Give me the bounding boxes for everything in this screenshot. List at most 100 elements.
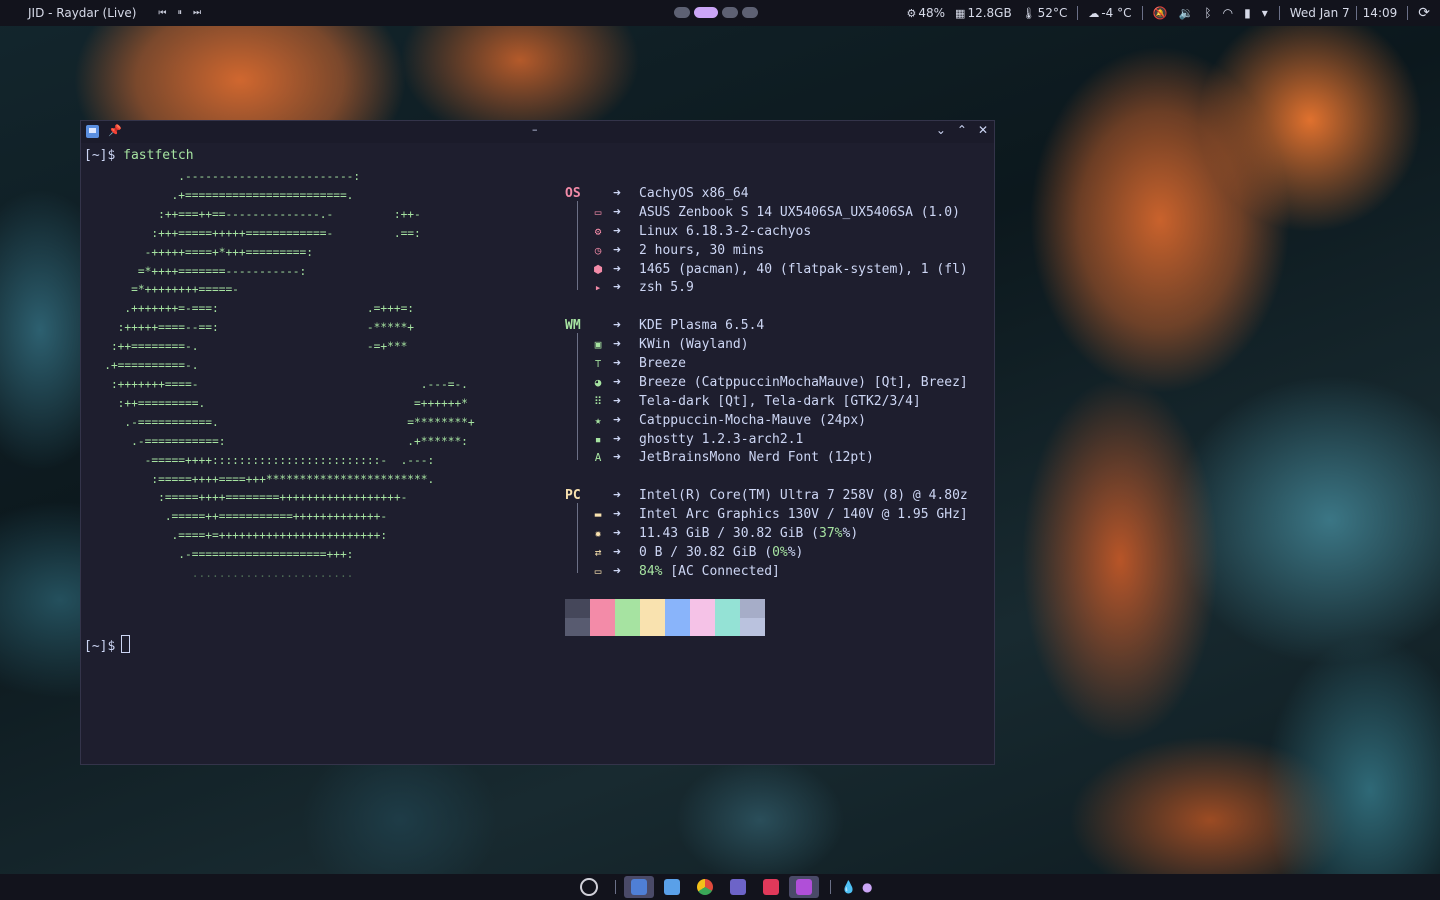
separator xyxy=(1355,6,1357,20)
tree-branch xyxy=(577,201,578,290)
logo-line: :++===++==--------------.- :++- xyxy=(84,207,421,221)
window-icon: ▣ xyxy=(594,338,602,352)
separator xyxy=(1077,6,1079,20)
close-icon[interactable]: ✕ xyxy=(978,123,988,137)
gpu-icon: ▬ xyxy=(594,508,602,522)
taskbar-item[interactable] xyxy=(657,876,687,898)
ram-usage-value: 12.8GB xyxy=(967,6,1012,20)
pause-icon[interactable]: ⏸ xyxy=(178,8,182,18)
info-value: Breeze xyxy=(639,356,686,372)
cpu-temperature[interactable]: 🌡 52°C xyxy=(1022,6,1068,20)
logo-line: .=====++===========+++++++++++++- xyxy=(84,510,388,524)
battery-icon[interactable]: ▮ xyxy=(1244,6,1251,20)
arrow-icon: ➜ xyxy=(613,318,621,334)
input-line[interactable]: [~]$ xyxy=(84,635,131,657)
tray-expand-icon[interactable]: ▾ xyxy=(1262,6,1268,20)
media-controls: JID - Raydar (Live) ⏮ ⏸ ⏭ xyxy=(0,6,212,20)
weather-icon: ☁ xyxy=(1088,6,1100,20)
taskbar-item[interactable] xyxy=(756,876,786,898)
arrow-icon: ➜ xyxy=(613,393,621,409)
files-app-icon xyxy=(664,879,680,895)
volume-icon[interactable]: 🔉 xyxy=(1178,6,1193,20)
percent-value: 84% xyxy=(639,563,663,579)
clock[interactable]: Wed Jan 7 14:09 xyxy=(1290,6,1397,20)
media-title[interactable]: JID - Raydar (Live) xyxy=(28,6,136,20)
command-text: fastfetch xyxy=(123,148,194,163)
ram-icon: ▦ xyxy=(955,6,966,20)
desktop-2[interactable] xyxy=(694,7,718,18)
bluetooth-icon[interactable]: ᛒ xyxy=(1204,6,1211,20)
prompt: [~]$ xyxy=(84,639,116,654)
taskbar-item[interactable] xyxy=(789,876,819,898)
desktop-3[interactable] xyxy=(722,7,738,18)
temperature-value: 52°C xyxy=(1037,6,1068,20)
ram-usage[interactable]: ▦ 12.8GB xyxy=(955,6,1012,20)
package-icon: ⬢ xyxy=(593,262,603,276)
spectacle-app-icon xyxy=(796,879,812,895)
power-icon[interactable]: ⟳ xyxy=(1418,5,1430,21)
next-track-icon[interactable]: ⏭ xyxy=(193,8,201,18)
color-swatch xyxy=(615,599,640,636)
notifications-off-icon[interactable]: 🔕 xyxy=(1153,6,1168,20)
logo-line: :++========-. -=+*** xyxy=(84,340,408,354)
swap-icon: ⇄ xyxy=(594,545,602,559)
logo-line: :=====++++========++++++++++++++++++- xyxy=(84,491,408,505)
system-tray: ⚙ 48% ▦ 12.8GB 🌡 52°C ☁ -4 °C 🔕 🔉 ᛒ ◠ ▮ ▾ We… xyxy=(907,0,1440,26)
screenshot-app-icon xyxy=(763,879,779,895)
minimize-icon[interactable]: ⌄ xyxy=(936,123,946,137)
logo-line: -+++++====+*+++=========: xyxy=(84,245,314,259)
logo-line: =*++++++++=====- xyxy=(84,283,239,297)
maximize-icon[interactable]: ⌃ xyxy=(957,123,967,137)
color-swatch xyxy=(690,599,715,636)
prompt: [~]$ xyxy=(84,148,116,163)
logo-line: .+========================. xyxy=(84,188,354,202)
task-manager: 💧 ● xyxy=(574,876,872,898)
logo-line: .-===========: .+******: xyxy=(84,434,468,448)
arrow-icon: ➜ xyxy=(613,507,621,523)
desktop-4[interactable] xyxy=(742,7,758,18)
info-value: Intel(R) Core(TM) Ultra 7 258V (8) @ 4.8… xyxy=(639,488,968,504)
window-title: – xyxy=(532,123,538,136)
grid-icon: ⠿ xyxy=(593,394,603,408)
logo-line: .+++++++=-===: .=+++=: xyxy=(84,302,415,316)
arrow-icon: ➜ xyxy=(613,280,621,296)
desktop-1[interactable] xyxy=(674,7,690,18)
color-swatch xyxy=(665,599,690,636)
cpu-usage-value: 48% xyxy=(918,6,946,20)
arrow-icon: ➜ xyxy=(613,356,621,372)
info-value: KDE Plasma 6.5.4 xyxy=(639,318,765,334)
section-label: WM xyxy=(565,318,581,334)
arrow-icon: ➜ xyxy=(613,223,621,239)
drop-icon[interactable]: 💧 xyxy=(841,880,856,894)
logo-line: .+==========-. xyxy=(84,359,199,373)
terminal-window[interactable]: 📌 – ⌄ ⌃ ✕ [~]$ fastfetch .--------------… xyxy=(80,120,995,765)
logo-line: :+++++++====- .---=-. xyxy=(84,377,468,391)
terminal-app-icon[interactable] xyxy=(86,125,99,138)
taskbar-item[interactable] xyxy=(574,876,604,898)
taskbar-tray: 💧 ● xyxy=(841,880,872,894)
previous-track-icon[interactable]: ⏮ xyxy=(158,8,166,18)
konsole-app-icon xyxy=(631,879,647,895)
pin-icon[interactable]: 📌 xyxy=(108,124,122,137)
arrow-icon: ➜ xyxy=(613,526,621,542)
arrow-icon: ➜ xyxy=(613,204,621,220)
taskbar-item[interactable] xyxy=(690,876,720,898)
logo-line: .-====================+++: xyxy=(84,548,354,562)
paint-roller-icon: ⊤ xyxy=(594,357,602,371)
arrow-icon: ➜ xyxy=(613,242,621,258)
weather[interactable]: ☁ -4 °C xyxy=(1088,6,1131,20)
taskbar-item[interactable] xyxy=(624,876,654,898)
logo-line: =*++++=======-----------: xyxy=(84,264,307,278)
wifi-icon[interactable]: ◠ xyxy=(1223,6,1233,20)
font-icon: A xyxy=(594,451,602,465)
dot-icon[interactable]: ● xyxy=(862,880,872,894)
cpu-usage[interactable]: ⚙ 48% xyxy=(907,6,946,20)
teams-app-icon xyxy=(730,879,746,895)
taskbar-item[interactable] xyxy=(723,876,753,898)
info-value: KWin (Wayland) xyxy=(639,337,749,353)
window-titlebar[interactable]: 📌 – ⌄ ⌃ ✕ xyxy=(81,121,994,143)
color-swatch xyxy=(715,599,740,636)
color-swatch xyxy=(590,599,615,636)
arrow-icon: ➜ xyxy=(613,374,621,390)
color-swatch xyxy=(565,599,590,636)
